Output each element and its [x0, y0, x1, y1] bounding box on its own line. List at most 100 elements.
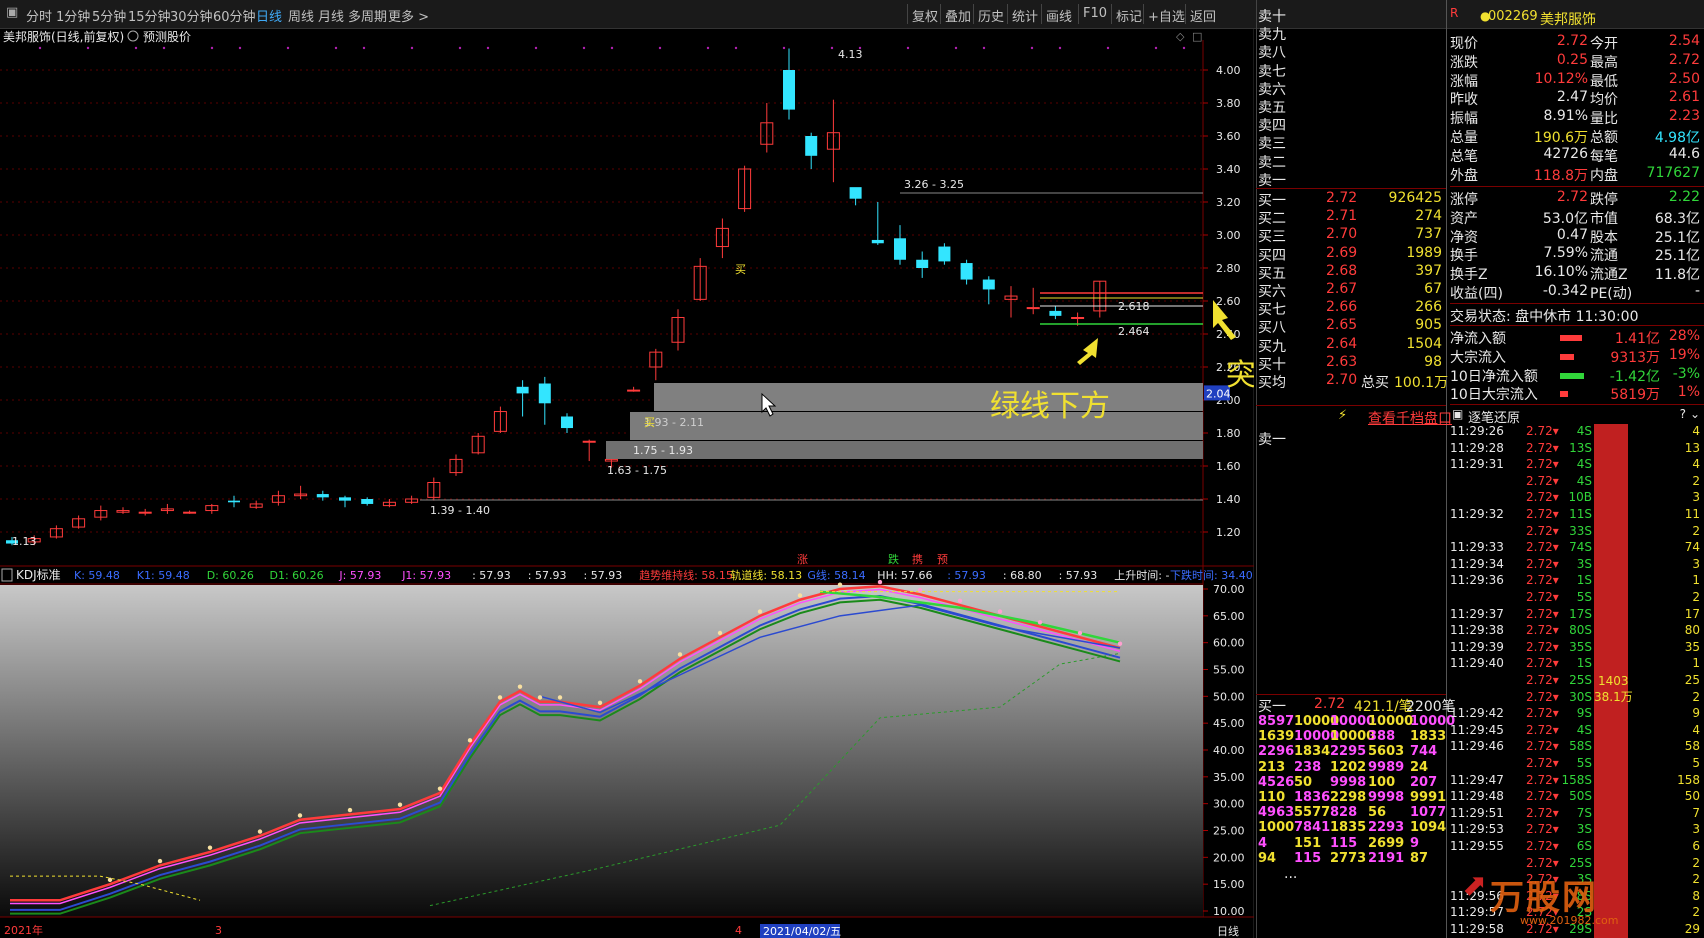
tick-count: 80	[1684, 623, 1700, 638]
period-tab-7[interactable]: 周线	[288, 6, 314, 25]
quote-value: 118.8万	[1533, 167, 1588, 184]
tick-price: 2.72▾	[1526, 772, 1559, 787]
chevron-down-icon[interactable]: ⌄	[1690, 407, 1700, 421]
avg-buy-label: 买均	[1258, 375, 1286, 391]
buy-level-volume: 266	[1415, 299, 1442, 316]
tick-count: 4	[1692, 457, 1700, 472]
buy-level-price: 2.67	[1326, 281, 1358, 297]
toolbar-btn-1[interactable]: 叠加	[945, 6, 971, 25]
kdj-dot	[107, 877, 113, 883]
toolbar-btn-7[interactable]: +自选	[1148, 6, 1185, 25]
price-tick-label: 3.40	[1216, 163, 1241, 176]
kdj-value: : 57.93	[947, 569, 986, 582]
kdj-dot	[677, 652, 683, 657]
queue-cell: 7841	[1294, 820, 1331, 836]
queue-cell: 56	[1368, 805, 1387, 821]
tick-time: 11:29:34	[1450, 556, 1504, 571]
toolbar-btn-2[interactable]: 历史	[978, 6, 1004, 25]
queue-cell: 24	[1410, 759, 1429, 775]
tick-count: 29	[1684, 922, 1700, 936]
kdj-title: KDJ标准	[16, 568, 61, 582]
period-tab-10[interactable]: 更多 >	[388, 6, 429, 25]
tick-count: 2	[1692, 523, 1700, 538]
toolbar-btn-0[interactable]: 复权	[912, 6, 938, 25]
help-icon[interactable]: ?	[1680, 407, 1686, 421]
flow-value: 5819万	[1610, 387, 1660, 404]
quote-value: 0.25	[1556, 51, 1588, 68]
kdj-dot	[557, 695, 563, 700]
divider	[1450, 325, 1704, 326]
tick-price: 2.72▾	[1526, 473, 1559, 488]
period-tab-2[interactable]: 5分钟	[92, 6, 126, 25]
period-tab-0[interactable]: 分时	[26, 6, 52, 25]
buy-level-label: 买五	[1258, 265, 1286, 282]
queue-cell: 1094	[1410, 820, 1447, 836]
period-tab-3[interactable]: 15分钟	[128, 6, 171, 25]
queue-cell: 207	[1410, 774, 1438, 790]
queue-cell: 2293	[1368, 820, 1405, 836]
quote-label: 昨收	[1450, 92, 1478, 109]
tick-count: 8	[1692, 888, 1700, 903]
tick-volume: 4S	[1576, 473, 1592, 488]
toolbar-btn-8[interactable]: 返回	[1190, 6, 1216, 25]
watermark-logo: 万股网	[1490, 878, 1598, 918]
toolbar-btn-4[interactable]: 画线	[1046, 6, 1072, 25]
flow-bar	[1560, 372, 1584, 379]
price-tick-label: 2.60	[1216, 295, 1241, 308]
candle-down	[982, 279, 995, 290]
tick-count: 2	[1692, 473, 1700, 488]
buy-level-label: 买十	[1258, 356, 1286, 373]
tick-volume: 25S	[1569, 673, 1592, 687]
quote-label: 资产	[1450, 210, 1478, 227]
queue-cell: 744	[1410, 744, 1438, 760]
kdj-dot	[957, 598, 963, 604]
toolbar-btn-6[interactable]: 标记	[1116, 6, 1142, 25]
zone-bar	[606, 441, 1203, 459]
signal-dot	[238, 46, 242, 50]
queue-cell: 2296	[1258, 744, 1295, 760]
quote-label: 流通	[1590, 248, 1618, 265]
period-tab-8[interactable]: 月线	[318, 6, 344, 25]
kline-chart[interactable]: 4.003.803.603.403.203.002.802.602.402.20…	[0, 29, 1254, 938]
toolbar-btn-3[interactable]: 统计	[1012, 6, 1038, 25]
tick-volume: 30S	[1569, 689, 1592, 704]
queue-cell: 9991	[1410, 790, 1447, 805]
sell-level-label: 卖五	[1258, 100, 1286, 116]
period-tab-6[interactable]: 日线	[256, 6, 282, 25]
candle-up	[582, 440, 596, 443]
tick-count: 17	[1684, 606, 1700, 621]
kdj-value: 上升时间: -	[1114, 569, 1169, 582]
tick-price: 2.72▾	[1526, 805, 1559, 820]
queue-cell: 115	[1294, 850, 1322, 866]
zone-label: 1.39 - 1.40	[430, 504, 490, 517]
tick-count: 7	[1692, 805, 1700, 820]
tick-count: 3	[1692, 822, 1700, 837]
buy-level-volume: 926425	[1388, 190, 1442, 206]
signal-dot	[38, 46, 42, 50]
tick-count: 74	[1684, 540, 1700, 555]
depth-link[interactable]: 查看千档盘口	[1368, 408, 1452, 428]
tick-volume: 7S	[1576, 805, 1592, 820]
buy-level-price: 2.68	[1326, 262, 1358, 279]
tick-time: 11:29:47	[1450, 772, 1504, 787]
tick-count: 2	[1692, 905, 1700, 920]
period-tab-4[interactable]: 30分钟	[170, 6, 213, 25]
period-tab-9[interactable]: 多周期	[348, 6, 387, 25]
quote-value: 44.6	[1668, 145, 1700, 162]
kdj-dot	[757, 609, 763, 614]
candle-down	[916, 259, 929, 268]
kdj-dot	[877, 579, 883, 585]
period-tab-1[interactable]: 1分钟	[56, 6, 90, 25]
menu-icon[interactable]: ▣	[6, 5, 18, 20]
period-label: 日线	[1217, 924, 1239, 938]
tick-count: 35	[1684, 639, 1700, 654]
toolbar-btn-5[interactable]: F10	[1083, 6, 1107, 21]
period-tab-5[interactable]: 60分钟	[213, 6, 256, 25]
buy-level-price: 2.66	[1326, 299, 1358, 316]
kdj-value: G线: 58.14	[807, 568, 865, 582]
toolbar-separator	[940, 4, 941, 24]
queue-more: ...	[1284, 866, 1298, 882]
queue-cell: 8597	[1258, 714, 1295, 729]
kdj-value: J: 57.93	[338, 569, 381, 582]
toolbar-separator	[1111, 4, 1112, 24]
